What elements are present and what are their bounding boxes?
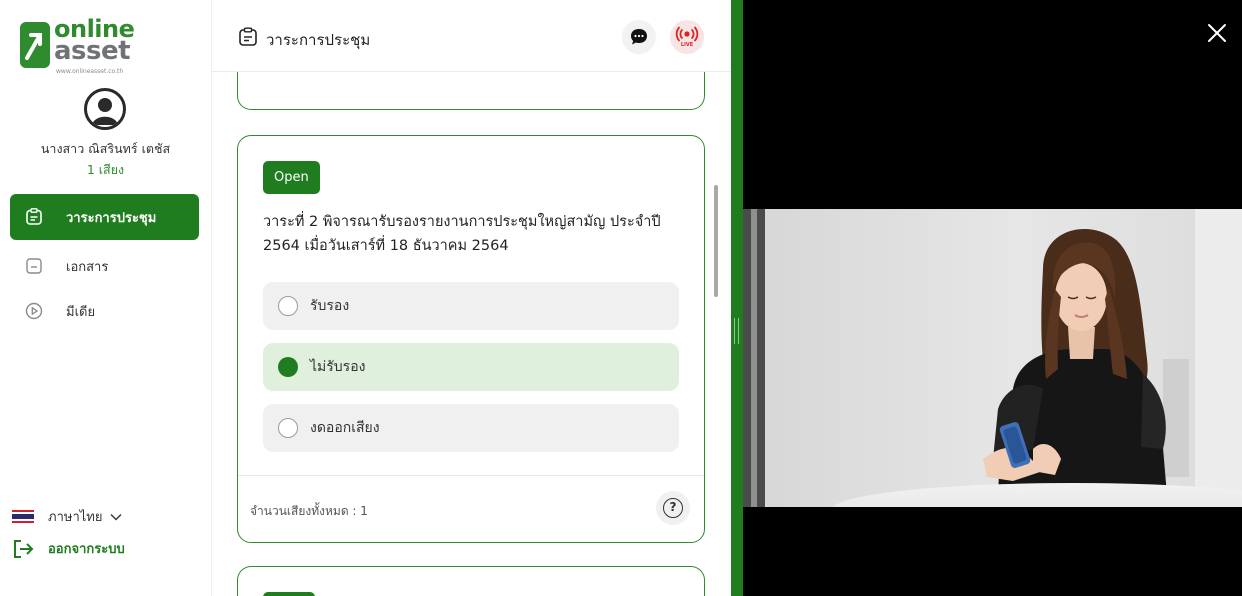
radio-button[interactable]	[278, 418, 298, 438]
vote-option-approve[interactable]: รับรอง	[263, 282, 679, 330]
document-icon	[24, 256, 44, 276]
logout-label: ออกจากระบบ	[48, 542, 125, 557]
sidebar-item-documents[interactable]: เอกสาร	[10, 243, 199, 289]
live-broadcast-icon	[675, 26, 699, 42]
agenda-title: วาระที่ 2 พิจารณารับรองรายงานการประชุมให…	[263, 214, 661, 254]
avatar[interactable]	[84, 88, 126, 130]
panel-splitter[interactable]	[731, 0, 743, 596]
chat-bubble-icon	[631, 29, 647, 45]
close-icon[interactable]	[1206, 22, 1228, 44]
help-button[interactable]: ?	[656, 491, 690, 525]
page-title: วาระการประชุม	[266, 31, 371, 49]
vote-option-label: รับรอง	[310, 298, 350, 314]
divider	[238, 475, 704, 476]
agenda-icon	[24, 207, 44, 227]
live-video[interactable]	[743, 209, 1242, 507]
language-selector[interactable]: ภาษาไทย	[12, 506, 122, 527]
sidebar-item-label: มีเดีย	[66, 304, 96, 320]
live-button[interactable]: LIVE	[670, 20, 704, 54]
previous-agenda-card	[237, 72, 705, 110]
scrollbar-thumb[interactable]	[714, 185, 718, 297]
sidebar-item-agenda[interactable]: วาระการประชุม	[10, 194, 199, 240]
sidebar-item-label: เอกสาร	[66, 259, 109, 275]
video-panel	[743, 0, 1242, 596]
user-votes: 1 เสียง	[86, 162, 125, 177]
radio-button[interactable]	[278, 296, 298, 316]
user-avatar-icon	[92, 98, 118, 125]
agenda-card: Open วาระที่ 2 พิจารณารับรองรายงานการประ…	[237, 135, 705, 543]
question-mark-icon: ?	[663, 498, 683, 518]
chevron-down-icon	[110, 513, 122, 520]
logo[interactable]: online asset www.onlineasset.co.th	[18, 16, 138, 76]
logo-mark-icon	[20, 22, 50, 68]
agenda-panel: วาระการประชุม LIVE Open วาระที่ 2 พิจารณ…	[211, 0, 732, 596]
sidebar-item-media[interactable]: มีเดีย	[10, 288, 199, 334]
logo-url: www.onlineasset.co.th	[56, 68, 124, 75]
logout-button[interactable]: ออกจากระบบ	[12, 538, 125, 559]
next-agenda-card	[237, 566, 705, 596]
status-badge: Open	[263, 161, 320, 194]
vote-option-label: งดออกเสียง	[310, 420, 380, 436]
agenda-header: วาระการประชุม LIVE	[212, 0, 732, 72]
sidebar-item-label: วาระการประชุม	[66, 210, 157, 226]
vote-option-disapprove[interactable]: ไม่รับรอง	[263, 343, 679, 391]
language-label: ภาษาไทย	[48, 510, 103, 525]
video-presenter-image	[743, 209, 1242, 507]
logout-icon	[14, 539, 34, 558]
media-play-icon	[24, 301, 44, 321]
thai-flag-icon	[12, 509, 34, 524]
sidebar: online asset www.onlineasset.co.th นางสา…	[0, 0, 211, 596]
total-votes: จำนวนเสียงทั้งหมด : 1	[250, 504, 368, 518]
user-name: นางสาว ณิสรินทร์ เตชัส	[40, 141, 171, 156]
agenda-icon	[239, 27, 257, 46]
radio-button-selected[interactable]	[278, 357, 298, 377]
status-badge	[263, 592, 315, 596]
drag-handle[interactable]	[734, 318, 739, 344]
chat-button[interactable]	[622, 20, 656, 54]
vote-option-abstain[interactable]: งดออกเสียง	[263, 404, 679, 452]
logo-text-asset: asset	[54, 36, 131, 66]
live-label: LIVE	[680, 42, 694, 48]
vote-option-label: ไม่รับรอง	[310, 359, 366, 375]
